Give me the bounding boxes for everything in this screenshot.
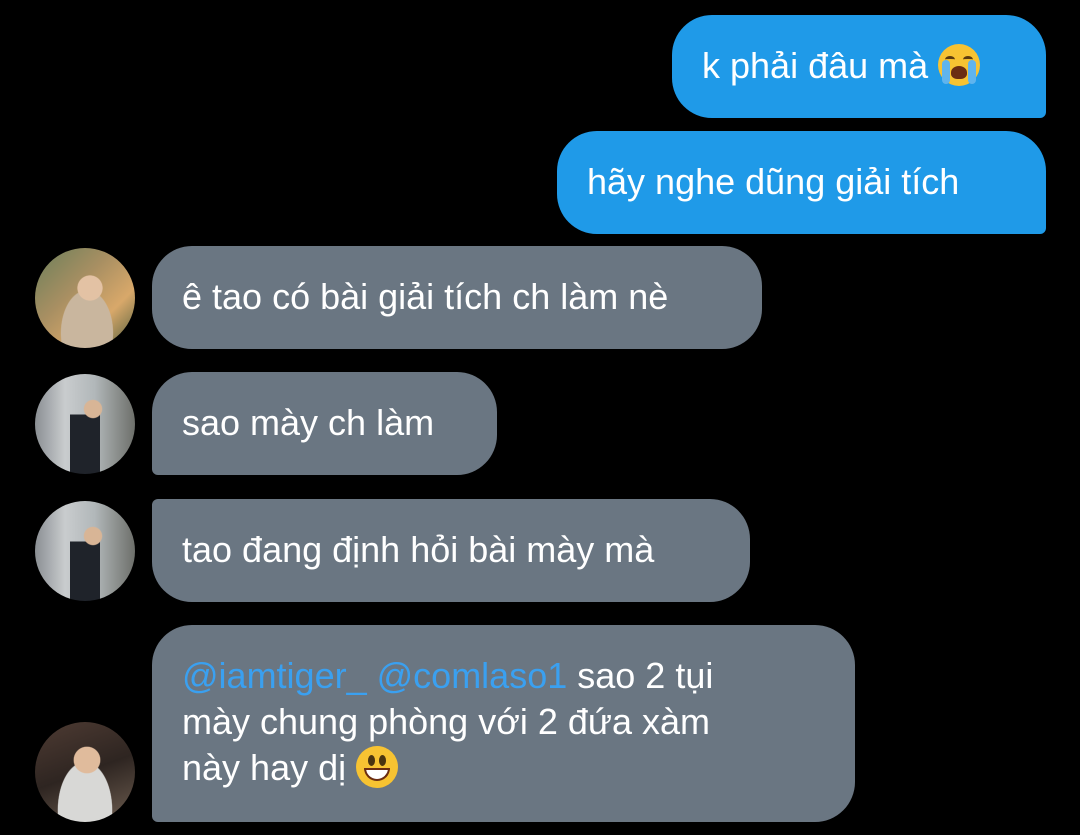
message-text: này hay dị xyxy=(182,747,347,788)
incoming-message[interactable]: sao mày ch làm xyxy=(152,372,497,475)
message-text: sao mày ch làm xyxy=(182,402,435,443)
mention-link[interactable]: @comlaso1 xyxy=(377,655,568,696)
outgoing-message[interactable]: k phải đâu mà xyxy=(672,15,1046,118)
avatar[interactable] xyxy=(35,248,135,348)
outgoing-message[interactable]: hãy nghe dũng giải tích xyxy=(557,131,1046,234)
message-text: k phải đâu mà xyxy=(702,45,929,86)
incoming-message[interactable]: tao đang định hỏi bài mày mà xyxy=(152,499,750,602)
avatar[interactable] xyxy=(35,374,135,474)
grinning-face-emoji xyxy=(356,746,399,788)
incoming-message[interactable]: ê tao có bài giải tích ch làm nè xyxy=(152,246,762,349)
loudly-crying-face-emoji xyxy=(938,44,981,86)
message-text: hãy nghe dũng giải tích xyxy=(587,161,960,202)
message-text: ê tao có bài giải tích ch làm nè xyxy=(182,276,669,317)
message-text: tao đang định hỏi bài mày mà xyxy=(182,529,655,570)
avatar[interactable] xyxy=(35,722,135,822)
chat-thread: k phải đâu mà hãy nghe dũng giải tích ê … xyxy=(0,0,1080,835)
incoming-message[interactable]: @iamtiger_ @comlaso1 sao 2 tụi mày chung… xyxy=(152,625,855,822)
message-text: mày chung phòng với 2 đứa xàm xyxy=(182,701,710,742)
avatar[interactable] xyxy=(35,501,135,601)
mention-link[interactable]: @iamtiger_ xyxy=(182,655,367,696)
message-text: sao 2 tụi xyxy=(577,655,714,696)
